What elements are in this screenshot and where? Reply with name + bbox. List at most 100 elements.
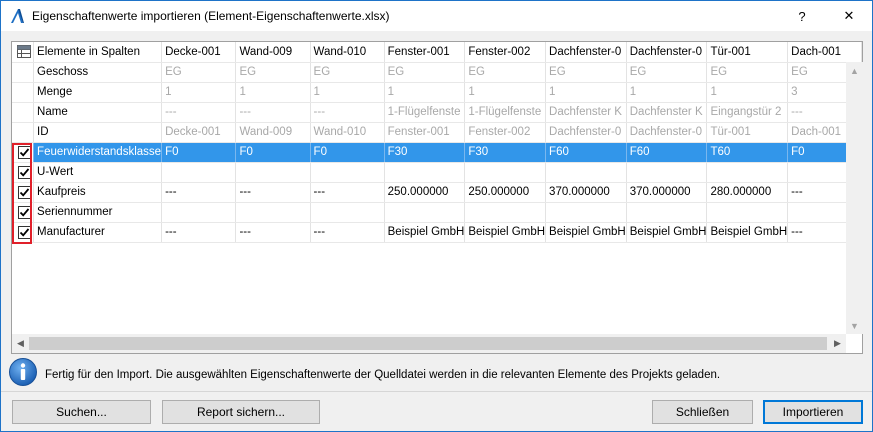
column-header[interactable]: Fenster-001 (384, 42, 466, 63)
property-row[interactable]: U-Wert (12, 162, 862, 183)
info-row: Geschoss EG EG EG EG EG EG EG EG EG (12, 62, 862, 83)
info-cell: 1 (161, 82, 237, 103)
info-row: ID Decke-001 Wand-009 Wand-010 Fenster-001 Fe… (12, 122, 862, 143)
property-value-cell: --- (161, 182, 237, 203)
info-cell: Dachfenster K (545, 102, 627, 123)
property-label: Seriennummer (33, 202, 163, 223)
column-header[interactable]: Wand-009 (235, 42, 311, 63)
property-value-cell: 370.000000 (545, 182, 627, 203)
horizontal-scroll-thumb[interactable] (29, 337, 827, 350)
column-header[interactable]: Wand-010 (310, 42, 385, 63)
property-value-cell: F0 (161, 142, 237, 163)
checkbox-cell[interactable] (12, 182, 35, 203)
column-header[interactable]: Fenster-002 (464, 42, 547, 63)
close-button[interactable]: Schließen (652, 400, 753, 424)
empty-row (12, 302, 862, 322)
info-cell: Wand-009 (235, 122, 311, 143)
import-button[interactable]: Importieren (763, 400, 863, 424)
import-checkbox[interactable] (17, 205, 31, 219)
import-checkbox[interactable] (17, 165, 31, 179)
property-value-cell: 370.000000 (626, 182, 708, 203)
import-checkbox[interactable] (17, 185, 31, 199)
column-header[interactable]: Tür-001 (706, 42, 789, 63)
info-cell: EG (464, 62, 547, 83)
property-label: Kaufpreis (33, 182, 163, 203)
info-cell: Dachfenster-0 (626, 122, 708, 143)
property-value-cell: 280.000000 (706, 182, 789, 203)
property-value-cell: 250.000000 (384, 182, 466, 203)
property-value-cell (626, 162, 708, 183)
property-value-cell: 250.000000 (464, 182, 547, 203)
help-button[interactable]: ? (779, 1, 825, 31)
property-value-cell: F60 (626, 142, 708, 163)
column-header[interactable]: Dachfenster-0 (545, 42, 627, 63)
property-row[interactable]: Kaufpreis --- --- --- 250.000000 250.000000 37… (12, 182, 862, 203)
checkbox-cell[interactable] (12, 202, 35, 223)
property-value-cell: Beispiel GmbH (384, 222, 466, 243)
row-label: Geschoss (33, 62, 163, 83)
info-cell: Dachfenster-0 (545, 122, 627, 143)
property-value-cell (384, 162, 466, 183)
info-cell: Dachfenster K (626, 102, 708, 123)
property-row[interactable]: Seriennummer (12, 202, 862, 223)
window-title: Eigenschaftenwerte importieren (Element-… (32, 9, 390, 23)
search-button[interactable]: Suchen... (12, 400, 151, 424)
empty-cell (34, 302, 162, 322)
property-value-cell: Beispiel GmbH (706, 222, 789, 243)
property-value-cell (545, 202, 627, 223)
property-grid: Elemente in Spalten Decke-001 Wand-009 Wand… (11, 41, 863, 354)
empty-cell (12, 62, 35, 83)
scroll-up-arrow-icon[interactable]: ▲ (846, 62, 863, 79)
property-row[interactable]: Manufacturer --- --- --- Beispiel GmbH Beispi… (12, 222, 862, 243)
checkbox-cell[interactable] (12, 142, 35, 163)
scroll-right-arrow-icon[interactable]: ▶ (829, 334, 846, 353)
property-label: Manufacturer (33, 222, 163, 243)
info-cell: 1-Flügelfenste (464, 102, 547, 123)
info-cell: 1-Flügelfenste (384, 102, 466, 123)
import-checkbox[interactable] (17, 225, 31, 239)
property-value-cell: --- (235, 182, 311, 203)
checkbox-cell[interactable] (12, 162, 35, 183)
import-checkbox[interactable] (17, 145, 31, 159)
empty-cell (34, 282, 162, 302)
scroll-down-arrow-icon[interactable]: ▼ (846, 317, 863, 334)
property-value-cell: F30 (464, 142, 547, 163)
property-value-cell: Beispiel GmbH (464, 222, 547, 243)
empty-cell (12, 102, 35, 123)
import-dialog: Eigenschaftenwerte importieren (Element-… (0, 0, 873, 432)
column-header[interactable]: Dach-001 (787, 42, 862, 63)
property-value-cell (464, 162, 547, 183)
horizontal-scrollbar[interactable]: ◀ ▶ (12, 334, 846, 353)
info-cell: EG (235, 62, 311, 83)
checkbox-cell[interactable] (12, 222, 35, 243)
scroll-left-arrow-icon[interactable]: ◀ (12, 334, 29, 353)
info-cell: --- (235, 102, 311, 123)
vertical-scrollbar[interactable]: ▲ ▼ (846, 62, 863, 334)
empty-row (12, 242, 862, 262)
table-grid-icon (15, 45, 33, 59)
empty-cell (12, 262, 34, 282)
property-value-cell (161, 162, 237, 183)
info-cell: Wand-010 (310, 122, 385, 143)
info-cell: 1 (626, 82, 708, 103)
property-value-cell: --- (161, 222, 237, 243)
property-value-cell (235, 202, 311, 223)
grid-header-corner (12, 42, 35, 63)
close-window-button[interactable]: ✕ (826, 1, 872, 31)
empty-cell (12, 302, 34, 322)
info-cell: --- (310, 102, 385, 123)
row-label: Name (33, 102, 163, 123)
save-report-button[interactable]: Report sichern... (162, 400, 320, 424)
info-cell: EG (706, 62, 789, 83)
property-value-cell: F30 (384, 142, 466, 163)
info-cell: EG (310, 62, 385, 83)
info-cell: EG (384, 62, 466, 83)
property-value-cell (384, 202, 466, 223)
column-header[interactable]: Decke-001 (161, 42, 237, 63)
property-value-cell (464, 202, 547, 223)
archicad-logo-icon (11, 9, 24, 23)
column-header[interactable]: Dachfenster-0 (626, 42, 708, 63)
property-row[interactable]: Feuerwiderstandsklasse F0 F0 F0 F30 F30 F60 F60… (12, 142, 862, 163)
info-cell: 1 (310, 82, 385, 103)
info-cell: Decke-001 (161, 122, 237, 143)
